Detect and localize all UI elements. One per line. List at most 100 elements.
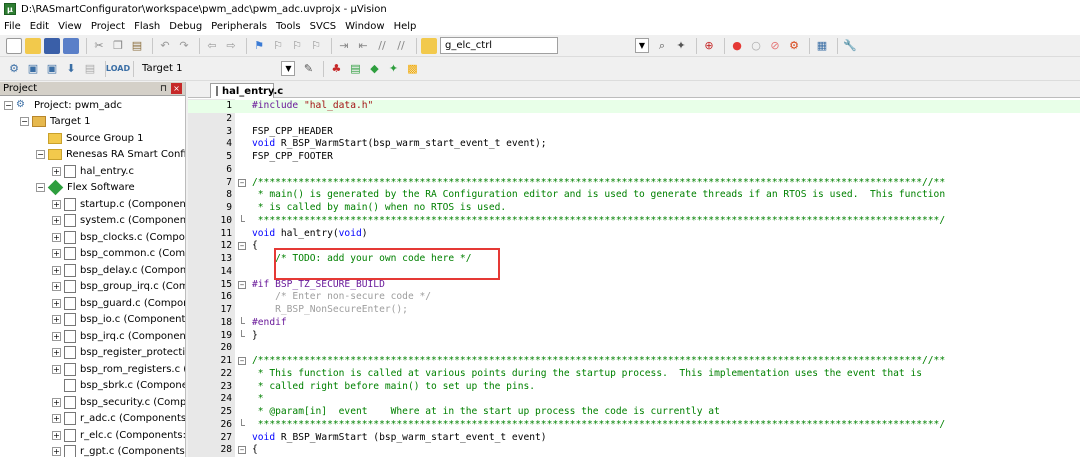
target-combo-dropdown[interactable]: ▼: [281, 61, 296, 76]
tree-item[interactable]: + bsp_guard.c (Components:ra): [0, 295, 185, 312]
navigate-back-icon[interactable]: ⇦: [204, 38, 220, 54]
comment-icon[interactable]: //: [374, 38, 390, 54]
translate-icon[interactable]: ⚙: [6, 61, 22, 77]
indent-icon[interactable]: ⇥: [336, 38, 352, 54]
new-file-icon[interactable]: [6, 37, 22, 54]
code-line[interactable]: 19}: [188, 329, 1080, 343]
code-line[interactable]: 12−{: [188, 240, 1080, 253]
tree-item[interactable]: − Flex Software: [0, 179, 185, 197]
disable-breakpoint-icon[interactable]: ○: [748, 38, 764, 54]
build-icon[interactable]: ▣: [25, 61, 41, 77]
breakpoint-icon[interactable]: ●: [729, 38, 745, 54]
window-layout-icon[interactable]: ▦: [814, 38, 830, 54]
code-line[interactable]: 8 * main() is generated by the RA Config…: [188, 189, 1080, 202]
tree-item[interactable]: + startup.c (Components:ra): [0, 196, 185, 213]
fold-collapse-icon[interactable]: −: [238, 446, 246, 455]
menu-flash[interactable]: Flash: [134, 21, 160, 32]
code-line[interactable]: 22 * This function is called at various …: [188, 368, 1080, 381]
code-area[interactable]: 1 #include "hal_data.h" 2 3 FSP_CPP_HEADER 4 v…: [188, 99, 1080, 457]
expand-icon[interactable]: +: [52, 414, 61, 424]
kill-breakpoints-icon[interactable]: ⊘: [767, 38, 783, 54]
expand-icon[interactable]: +: [52, 216, 61, 226]
tree-item[interactable]: + r_gpt.c (Components:ra): [0, 444, 185, 457]
cut-icon[interactable]: ✂: [91, 38, 107, 54]
paste-icon[interactable]: ▤: [129, 38, 145, 54]
code-line[interactable]: 15− #if BSP_TZ_SECURE_BUILD: [188, 279, 1080, 292]
code-line[interactable]: 2: [188, 113, 1080, 126]
unindent-icon[interactable]: ⇤: [355, 38, 371, 54]
code-line[interactable]: 18 #endif: [188, 316, 1080, 330]
menu-edit[interactable]: Edit: [30, 21, 49, 32]
code-line[interactable]: 6: [188, 164, 1080, 177]
find-icon[interactable]: ⌕: [654, 38, 670, 54]
code-line[interactable]: 26 *************************************…: [188, 418, 1080, 432]
fold-collapse-icon[interactable]: −: [238, 357, 246, 365]
tree-item[interactable]: + bsp_delay.c (Components:ra): [0, 262, 185, 279]
tab-hal-entry[interactable]: hal_entry.c: [210, 83, 283, 98]
target-combo[interactable]: Target 1: [142, 63, 182, 74]
expand-icon[interactable]: +: [52, 348, 61, 358]
tree-item[interactable]: + bsp_register_protection.c: [0, 345, 185, 362]
tools-wrench-icon[interactable]: 🔧: [842, 38, 858, 54]
code-line[interactable]: 1 #include "hal_data.h": [188, 100, 1080, 113]
menu-window[interactable]: Window: [345, 21, 384, 32]
menu-project[interactable]: Project: [91, 21, 125, 32]
menu-debug[interactable]: Debug: [169, 21, 202, 32]
tree-item[interactable]: + bsp_common.c (Components:ra): [0, 246, 185, 263]
prev-bookmark-icon[interactable]: ⚐: [270, 38, 286, 54]
find-in-files-icon[interactable]: [421, 37, 437, 54]
tree-item[interactable]: bsp_sbrk.c (Components:ra): [0, 378, 185, 395]
tree-item[interactable]: + bsp_group_irq.c (Components:ra): [0, 279, 185, 296]
start-debug-icon[interactable]: ⊕: [701, 38, 717, 54]
expand-icon[interactable]: +: [52, 265, 61, 275]
expand-icon[interactable]: +: [52, 282, 61, 292]
code-line[interactable]: 13 /* TODO: add your own code here */: [188, 253, 1080, 266]
tree-item[interactable]: + system.c (Components:ra): [0, 213, 185, 230]
collapse-icon[interactable]: −: [36, 183, 45, 193]
close-icon[interactable]: ×: [171, 83, 182, 94]
manage-project-items-icon[interactable]: ♣: [328, 61, 344, 77]
rebuild-icon[interactable]: ▣: [44, 61, 60, 77]
ra-configurator-icon[interactable]: ▩: [404, 61, 420, 77]
bookmark-icon[interactable]: ⚑: [251, 38, 267, 54]
code-line[interactable]: 4 void R_BSP_WarmStart(bsp_warm_start_eve…: [188, 138, 1080, 151]
code-line[interactable]: 27 void R_BSP_WarmStart (bsp_warm_start_e…: [188, 432, 1080, 445]
tree-item[interactable]: + hal_entry.c: [0, 163, 185, 180]
tree-item[interactable]: + r_elc.c (Components:ra): [0, 427, 185, 444]
expand-icon[interactable]: +: [52, 315, 61, 325]
menu-file[interactable]: File: [4, 21, 21, 32]
tree-item[interactable]: + bsp_rom_registers.c (Components:ra): [0, 361, 185, 378]
menu-help[interactable]: Help: [394, 21, 417, 32]
fold-collapse-icon[interactable]: −: [238, 178, 246, 187]
code-line[interactable]: 28−{: [188, 444, 1080, 457]
navigate-forward-icon[interactable]: ⇨: [223, 38, 239, 54]
tree-item[interactable]: + bsp_security.c (Components:ra): [0, 394, 185, 411]
tree-item[interactable]: − Renesas RA Smart Configurator: [0, 147, 185, 164]
next-bookmark-icon[interactable]: ⚐: [289, 38, 305, 54]
expand-icon[interactable]: +: [52, 447, 61, 457]
tree-item[interactable]: − Target 1: [0, 114, 185, 131]
tree-item[interactable]: Source Group 1: [0, 130, 185, 147]
open-folder-icon[interactable]: [25, 37, 41, 54]
expand-icon[interactable]: +: [52, 364, 61, 374]
code-line[interactable]: 10 *************************************…: [188, 214, 1080, 228]
pin-icon[interactable]: ⊓: [160, 84, 167, 94]
code-line[interactable]: 14: [188, 266, 1080, 279]
options-for-target-icon[interactable]: ✎: [300, 61, 316, 77]
tree-item[interactable]: + bsp_irq.c (Components:ra): [0, 328, 185, 345]
menu-peripherals[interactable]: Peripherals: [211, 21, 267, 32]
code-line[interactable]: 11 void hal_entry(void): [188, 228, 1080, 241]
tree-item[interactable]: + r_adc.c (Components:ra): [0, 411, 185, 428]
function-combo[interactable]: g_elc_ctrl: [440, 37, 558, 54]
save-all-icon[interactable]: [63, 37, 79, 54]
batch-build-icon[interactable]: ⬇: [63, 61, 79, 77]
tree-item[interactable]: − ⚙ Project: pwm_adc: [0, 97, 185, 114]
tree-item[interactable]: + bsp_io.c (Components:ra): [0, 312, 185, 329]
pack-installer-icon[interactable]: ✦: [385, 61, 401, 77]
code-line[interactable]: 7−/*************************************…: [188, 177, 1080, 190]
copy-icon[interactable]: ❐: [110, 38, 126, 54]
code-line[interactable]: 17 R_BSP_NonSecureEnter();: [188, 304, 1080, 317]
undo-icon[interactable]: ↶: [157, 38, 173, 54]
expand-icon[interactable]: +: [52, 430, 61, 440]
code-line[interactable]: 21−/************************************…: [188, 355, 1080, 368]
